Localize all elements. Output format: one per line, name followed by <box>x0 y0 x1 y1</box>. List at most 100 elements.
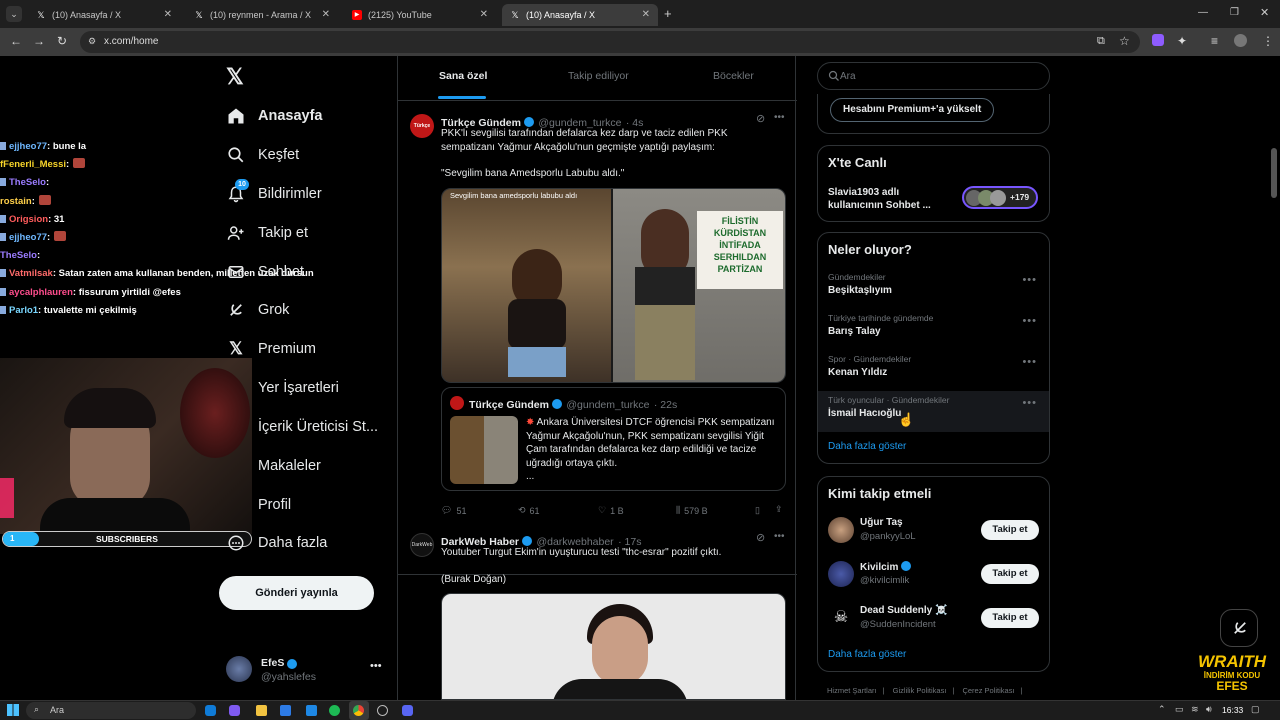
notifications-icon[interactable]: ▢ <box>1251 704 1260 715</box>
reload-icon[interactable]: ↻ <box>57 34 67 48</box>
clock-time[interactable]: 16:33 <box>1222 705 1243 715</box>
windows-start-icon[interactable] <box>7 704 19 716</box>
chat-username[interactable]: aycalphlauren <box>9 287 73 298</box>
more-icon[interactable]: ••• <box>1022 274 1037 286</box>
close-icon[interactable]: ✕ <box>164 9 172 20</box>
nav-bookmarks[interactable]: Yer İşaretleri <box>226 378 339 398</box>
media-image-right[interactable]: FİLİSTİN KÜRDİSTAN İNTİFADA SERHILDAN PA… <box>613 189 785 382</box>
nav-articles[interactable]: Makaleler <box>226 456 321 476</box>
chat-username[interactable]: ejjheo77 <box>9 232 47 243</box>
close-icon[interactable]: ✕ <box>480 9 488 20</box>
nav-profile[interactable]: Profil <box>226 495 291 515</box>
browser-tab-active[interactable]: 𝕏 (10) Anasayfa / X ✕ <box>502 4 658 26</box>
chat-username[interactable]: TheSelo <box>0 250 37 261</box>
grok-icon[interactable]: ⊘ <box>756 531 765 544</box>
chat-username[interactable]: fFenerli_Messi <box>0 159 66 170</box>
follow-button[interactable]: Takip et <box>981 564 1039 584</box>
account-switcher[interactable]: EfeS @yahslefes ••• <box>226 654 386 686</box>
post-media[interactable]: Sevgilim bana amedsporlu labubu aldı FİL… <box>441 188 786 383</box>
restore-button[interactable]: ❐ <box>1230 7 1239 18</box>
share-button[interactable]: ⇪ <box>775 504 783 515</box>
minimize-button[interactable]: — <box>1198 7 1208 18</box>
close-icon[interactable]: ✕ <box>642 9 650 20</box>
puzzle-icon[interactable]: ✦ <box>1177 34 1187 48</box>
trend-item[interactable]: Gündemdekiler Beşiktaşlıyım ••• <box>818 268 1049 309</box>
browser-tab[interactable]: ▶ (2125) YouTube ✕ <box>344 4 496 26</box>
bookmark-star-icon[interactable]: ☆ <box>1119 34 1130 48</box>
follow-suggestion[interactable]: Kivilcim @kivilcimlik Takip et <box>818 555 1049 597</box>
more-icon[interactable]: ••• <box>370 660 382 672</box>
nav-grok[interactable]: Grok <box>226 300 289 320</box>
follow-button[interactable]: Takip et <box>981 608 1039 628</box>
like-button[interactable]: ♡ 1 B <box>598 505 624 516</box>
volume-icon[interactable]: 🔊︎ <box>1206 704 1212 715</box>
nav-notifications[interactable]: 10 Bildirimler <box>226 179 322 204</box>
show-more-trends[interactable]: Daha fazla göster <box>828 441 906 452</box>
spotify-icon[interactable] <box>329 705 340 716</box>
tab-for-you[interactable]: Sana özel <box>439 70 487 82</box>
more-icon[interactable]: ••• <box>774 112 785 123</box>
tray-chevron-icon[interactable]: ⌃ <box>1158 704 1166 715</box>
media-image-left[interactable]: Sevgilim bana amedsporlu labubu aldı <box>442 189 611 382</box>
follow-button[interactable]: Takip et <box>981 520 1039 540</box>
file-explorer-icon[interactable] <box>256 705 267 716</box>
follow-suggestion[interactable]: ☠ Dead Suddenly ☠️ @SuddenIncident Takip… <box>818 599 1049 641</box>
live-avatars-pill[interactable]: +179 <box>962 186 1038 209</box>
grok-icon[interactable]: ⊘ <box>756 112 765 125</box>
url-field[interactable]: x.com/home <box>80 31 1140 53</box>
menu-icon[interactable]: ⋮ <box>1262 34 1274 48</box>
site-info-icon[interactable]: ⚙ <box>88 36 96 47</box>
more-icon[interactable]: ••• <box>1022 315 1037 327</box>
follow-suggestion[interactable]: Uğur Taş @pankyyLoL Takip et <box>818 511 1049 553</box>
browser-tab[interactable]: 𝕏 (10) Anasayfa / X ✕ <box>28 4 180 26</box>
views-stat[interactable]: ⫼ 579 B <box>676 505 708 516</box>
show-more-follow[interactable]: Daha fazla göster <box>828 649 906 660</box>
bookmark-button[interactable]: ▯ <box>755 505 760 516</box>
trend-item[interactable]: Türkiye tarihinde gündemde Barış Talay •… <box>818 309 1049 350</box>
nav-more[interactable]: Daha fazla <box>226 533 327 553</box>
extension-icon[interactable] <box>1152 34 1164 46</box>
wifi-icon[interactable]: ≋ <box>1191 704 1199 715</box>
app-icon[interactable] <box>229 705 240 716</box>
repost-button[interactable]: ⟲ 61 <box>518 505 540 516</box>
chat-username[interactable]: ejjheo77 <box>9 141 47 152</box>
quoted-post[interactable]: Türkçe Gündem @gundem_turkce · 22s ✸ Ank… <box>441 387 786 491</box>
taskbar-search[interactable]: ⌕ Ara <box>26 702 196 719</box>
close-icon[interactable]: ✕ <box>322 9 330 20</box>
premium-upgrade-button[interactable]: Hesabını Premium+'a yükselt <box>830 98 995 122</box>
post[interactable]: Türkçe Türkçe Gündem @gundem_turkce · 4s… <box>398 104 797 575</box>
profile-icon[interactable] <box>1234 34 1247 47</box>
discord-icon[interactable] <box>402 705 413 716</box>
footer-link-cookies[interactable]: Çerez Politikası <box>962 686 1014 695</box>
install-icon[interactable]: ⧉ <box>1097 35 1105 48</box>
reply-button[interactable]: 💬︎ 51 <box>441 505 466 516</box>
app-icon[interactable] <box>377 705 388 716</box>
footer-link-terms[interactable]: Hizmet Şartları <box>827 686 877 695</box>
trend-item[interactable]: Spor · Gündemdekiler Kenan Yıldız ••• <box>818 350 1049 391</box>
window-close-button[interactable]: ✕ <box>1260 6 1269 19</box>
media-icon[interactable]: ≡ <box>1211 34 1218 48</box>
tab-following[interactable]: Takip ediliyor <box>568 70 629 82</box>
footer-link-privacy[interactable]: Gizlilik Politikası <box>893 686 947 695</box>
forward-icon[interactable]: → <box>33 34 45 48</box>
trend-item-hovered[interactable]: Türk oyuncular · Gündemdekiler İsmail Ha… <box>818 391 1049 432</box>
chat-username[interactable]: Origsion <box>9 214 48 225</box>
post-media[interactable] <box>441 593 786 700</box>
network-icon[interactable]: ▭ <box>1175 704 1184 715</box>
nav-creator-studio[interactable]: İçerik Üreticisi St... <box>226 417 378 437</box>
tab-bugs[interactable]: Böcekler <box>713 70 754 82</box>
x-logo-icon[interactable]: 𝕏 <box>226 64 244 90</box>
more-icon[interactable]: ••• <box>1022 356 1037 368</box>
app-icon[interactable] <box>280 705 291 716</box>
chat-username[interactable]: TheSelo <box>9 177 46 188</box>
app-icon[interactable] <box>205 705 216 716</box>
browser-tab[interactable]: 𝕏 (10) reynmen - Arama / X ✕ <box>186 4 338 26</box>
back-icon[interactable]: ← <box>10 34 22 48</box>
live-text[interactable]: Slavia1903 adlı kullanıcının Sohbet ... <box>828 186 948 212</box>
chat-username[interactable]: Vatmilsak <box>9 268 53 279</box>
new-tab-button[interactable]: + <box>664 6 672 21</box>
chat-username[interactable]: Parlo1 <box>9 305 38 316</box>
nav-explore[interactable]: Keşfet <box>226 145 299 165</box>
tab-search-button[interactable]: ⌄ <box>6 6 22 22</box>
grok-float-button[interactable] <box>1220 609 1258 647</box>
